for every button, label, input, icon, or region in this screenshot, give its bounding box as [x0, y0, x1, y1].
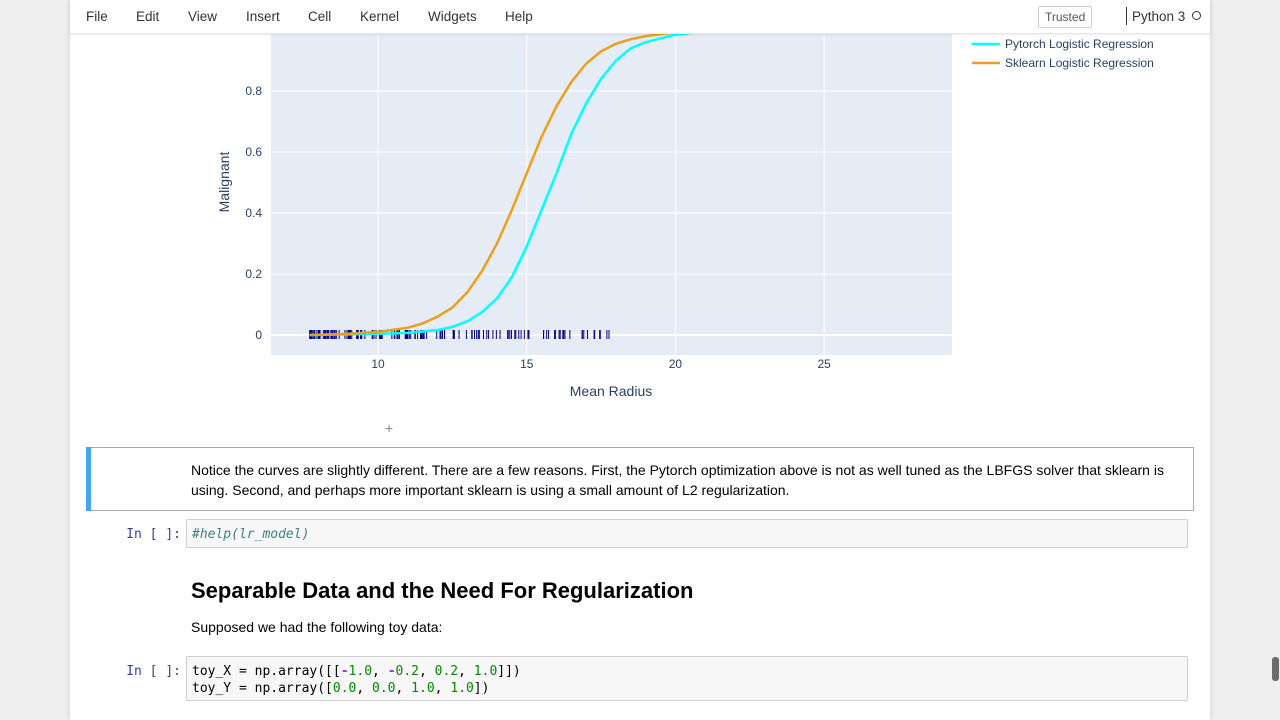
- code-number: 1.0: [450, 681, 474, 696]
- x-tick-label: 20: [669, 357, 683, 371]
- cell-prompt: In [ ]:: [126, 664, 181, 679]
- code-line: toy_X = np.array([[-1.0, -0.2, 0.2, 1.0]…: [192, 664, 521, 679]
- trusted-badge[interactable]: Trusted: [1038, 6, 1093, 28]
- selected-cell-bar: [86, 447, 91, 511]
- legend-label: Sklearn Logistic Regression: [1005, 56, 1154, 70]
- x-tick-label: 10: [371, 357, 385, 371]
- code-text: ]]): [497, 664, 521, 679]
- code-number: 0.2: [434, 664, 459, 679]
- menu-edit[interactable]: Edit: [136, 9, 159, 24]
- code-number: 0.0: [372, 681, 396, 696]
- code-cell-input[interactable]: toy_X = np.array([[-1.0, -0.2, 0.2, 1.0]…: [186, 656, 1188, 701]
- menu-file[interactable]: File: [86, 9, 108, 24]
- y-tick-label: 0.8: [245, 84, 262, 98]
- chart-legend: Pytorch Logistic Regression Sklearn Logis…: [972, 37, 1154, 70]
- y-tick-label: 0: [255, 328, 262, 342]
- x-tick-label: 25: [817, 357, 831, 371]
- code-line: toy_Y = np.array([0.0, 0.0, 1.0, 1.0]): [192, 681, 490, 696]
- code-text: ]): [473, 681, 490, 696]
- code-text: toy_X = np.array([[: [192, 664, 341, 679]
- y-axis-label: Malignant: [216, 152, 232, 213]
- menu-kernel[interactable]: Kernel: [360, 9, 399, 24]
- markdown-cell[interactable]: Notice the curves are slightly different…: [86, 447, 1194, 511]
- code-operator: -: [387, 664, 396, 679]
- y-tick-label: 0.2: [245, 267, 262, 281]
- plot-area: [271, 20, 952, 355]
- code-cell-input[interactable]: #help(lr_model): [186, 519, 1188, 548]
- menu-cell[interactable]: Cell: [308, 9, 331, 24]
- kernel-divider: [1126, 7, 1127, 25]
- code-operator: -: [340, 664, 349, 679]
- add-cell-icon[interactable]: +: [385, 420, 393, 436]
- x-axis-label: Mean Radius: [570, 383, 653, 399]
- section-paragraph: Supposed we had the following toy data:: [191, 619, 443, 635]
- menu-widgets[interactable]: Widgets: [428, 9, 477, 24]
- code-number: 1.0: [348, 664, 373, 679]
- y-tick-label: 0.6: [245, 145, 262, 159]
- code-text: toy_Y = np.array([: [192, 681, 333, 696]
- cell-prompt: In [ ]:: [126, 527, 181, 542]
- kernel-status-icon: [1192, 11, 1201, 20]
- code-number: 0.0: [332, 681, 357, 696]
- logistic-regression-chart: 10 15 20 25 0 0.2 0.4 0.6 0.8 Mean Radius Malign…: [216, 20, 1154, 399]
- menu-bar: File Edit View Insert Cell Kernel Widget…: [70, 0, 1210, 34]
- notebook-page: 10 15 20 25 0 0.2 0.4 0.6 0.8 Mean Radius Malign…: [70, 0, 1210, 720]
- y-tick-label: 0.4: [245, 206, 262, 220]
- menu-view[interactable]: View: [188, 9, 217, 24]
- kernel-name[interactable]: Python 3: [1132, 9, 1185, 24]
- section-heading: Separable Data and the Need For Regulari…: [191, 578, 694, 603]
- menu-help[interactable]: Help: [505, 9, 533, 24]
- x-tick-label: 15: [520, 357, 534, 371]
- menu-insert[interactable]: Insert: [246, 9, 280, 24]
- legend-label: Pytorch Logistic Regression: [1005, 37, 1154, 51]
- code-comment: #help(lr_model): [192, 527, 310, 542]
- code-number: 1.0: [473, 664, 498, 679]
- code-number: 0.2: [395, 664, 419, 679]
- scrollbar-thumb[interactable]: [1272, 657, 1279, 681]
- code-number: 1.0: [411, 681, 435, 696]
- markdown-text: Notice the curves are slightly different…: [191, 462, 1164, 498]
